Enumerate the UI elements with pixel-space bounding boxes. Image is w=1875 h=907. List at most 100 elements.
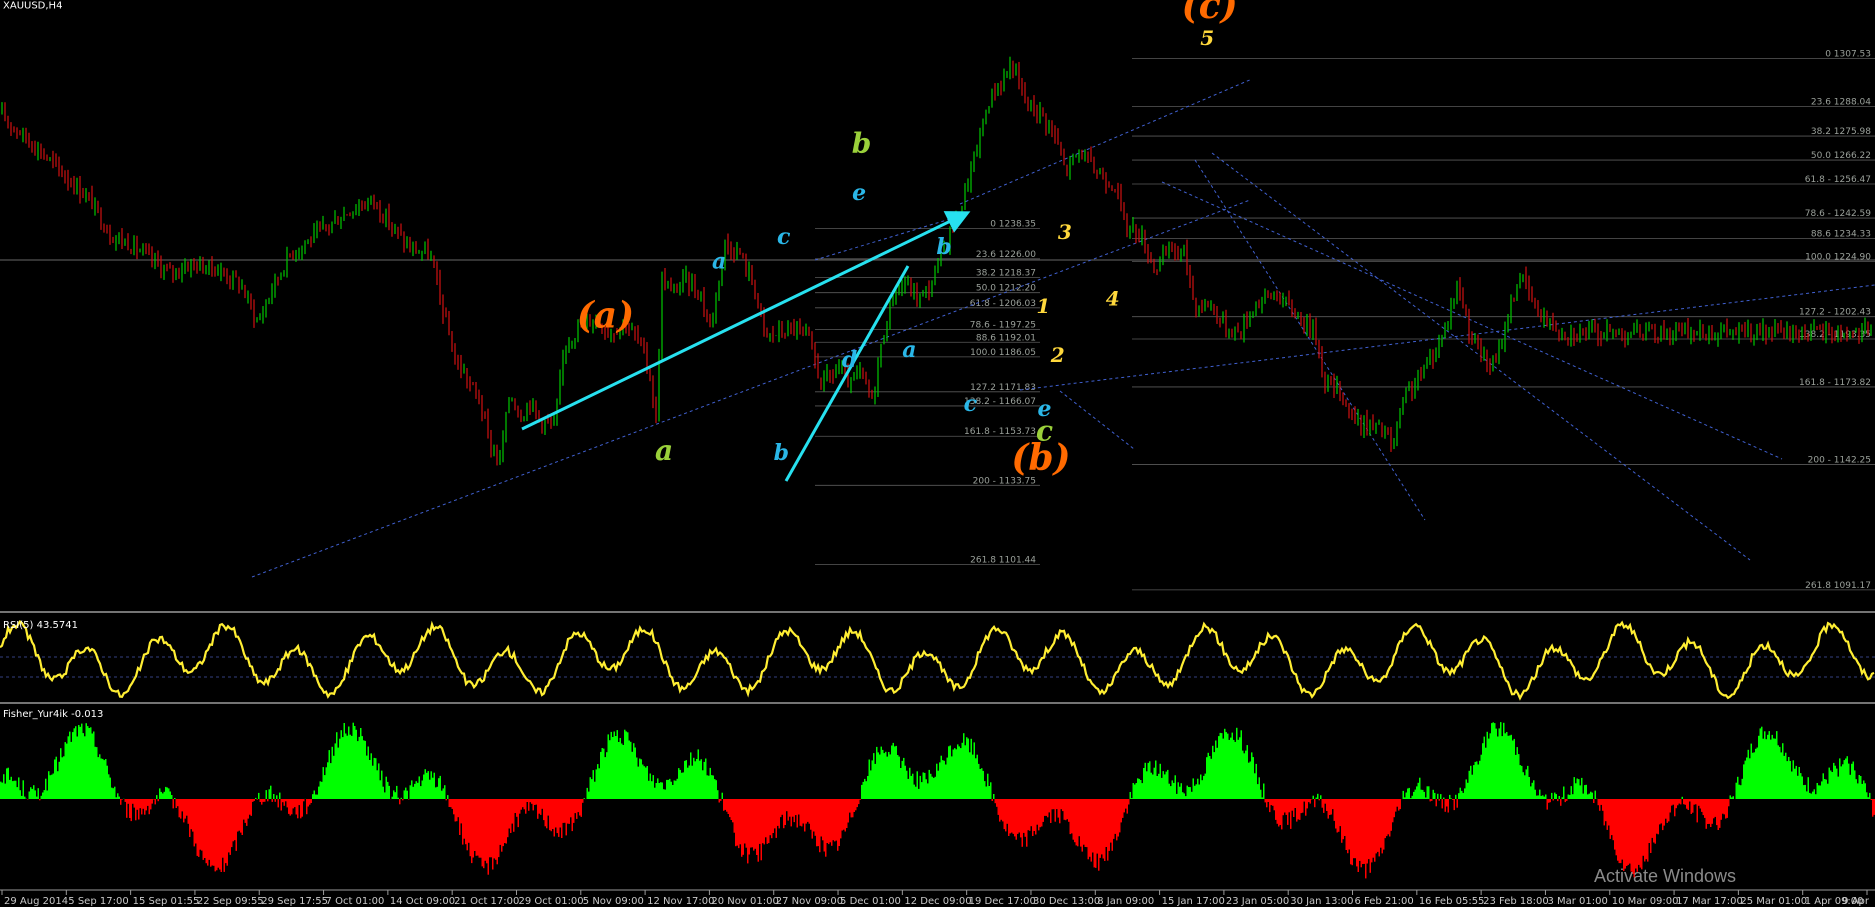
fisher-bar [480,799,482,858]
fisher-bar [231,799,233,848]
fisher-bar [1417,782,1419,799]
fisher-bar [144,799,146,815]
fisher-bar [1665,799,1667,819]
fisher-bar [892,742,894,799]
fisher-bar [616,730,618,799]
fisher-bar [169,791,171,799]
fisher-bar [271,799,273,802]
fisher-bar [1216,747,1218,799]
fisher-bar [37,788,39,799]
fisher-bar [537,799,539,819]
fisher-bar [439,775,441,799]
fib-level-label: 88.6 1234.33 [1811,229,1871,239]
fisher-bar [121,799,123,800]
fisher-bar [142,799,144,809]
fisher-bar [972,754,974,799]
fisher-bar [1494,723,1496,799]
fisher-bar [1578,779,1580,799]
fisher-bar [111,787,113,799]
fisher-bar [639,758,641,799]
fisher-bar [1237,739,1239,799]
fisher-bar [540,799,542,815]
fisher-bar [1014,799,1016,837]
fisher-bar [1074,799,1076,843]
fisher-bar [621,743,623,799]
fisher-bar [112,788,114,799]
fisher-bar [93,731,95,799]
fisher-bar [241,799,243,835]
fisher-bar [498,799,500,858]
fisher-bar [556,799,558,834]
fisher-bar [1611,799,1613,836]
fisher-bar [1326,799,1328,811]
fisher-bar [1411,795,1413,799]
fisher-bar [1384,799,1386,839]
fisher-bar [901,760,903,799]
fisher-bar [1759,728,1761,799]
fisher-bar [270,785,272,799]
fisher-bar [1779,746,1781,799]
fisher-bar [1564,799,1566,803]
fisher-bar [582,799,584,803]
fisher-bar [1297,799,1299,820]
fisher-bar [583,798,585,799]
fisher-bar [1426,786,1428,799]
fisher-bar [1840,766,1842,799]
fisher-bar [1612,799,1614,841]
fisher-bar [60,748,62,799]
fisher-bar [879,754,881,799]
fisher-bar [862,781,864,799]
fisher-bar [1626,799,1628,866]
time-tick-label: 19 Dec 17:00 [969,896,1036,907]
fisher-bar [1047,799,1049,818]
fisher-bar [90,727,92,799]
fisher-bar [651,781,653,799]
time-tick-label: 27 Nov 09:00 [776,896,843,907]
wave-label: a [902,337,916,363]
fisher-bar [1716,799,1718,826]
fisher-bar [859,799,861,800]
fisher-bar [1797,775,1799,799]
fisher-bar [1531,782,1533,799]
fisher-bar [1122,799,1124,818]
fisher-bar [637,766,639,799]
fisher-bar [21,795,23,799]
fisher-bar [1812,791,1814,799]
fisher-bar [825,799,827,857]
fisher-bar [502,799,504,847]
fisher-bar [799,799,801,826]
fisher-bar [994,799,996,804]
fisher-bar [262,799,264,802]
fisher-bar [1054,799,1056,822]
fisher-bar [258,792,260,799]
fisher-bar [1231,732,1233,799]
fisher-bar [1782,743,1784,799]
fisher-bar [472,799,474,858]
fisher-bar [1420,789,1422,799]
fisher-bar [934,776,936,799]
fisher-bar [13,780,15,799]
fisher-bar [222,799,224,858]
fisher-bar [730,799,732,820]
fisher-bar [823,799,825,852]
fisher-bar [141,799,143,815]
fisher-bar [454,799,456,822]
fisher-bar [705,758,707,799]
fisher-bar [1360,799,1362,868]
fisher-bar [165,786,167,799]
fisher-bar [1587,794,1589,799]
fisher-bar [133,799,135,808]
fisher-bar [1707,799,1709,824]
fisher-bar [1111,799,1113,851]
fisher-bar [1264,799,1266,803]
fisher-bar [1218,736,1220,799]
fisher-bar [987,773,989,799]
fisher-bar [606,752,608,799]
fisher-bar [1153,767,1155,799]
fisher-bar [685,760,687,799]
fisher-bar [993,794,995,799]
fisher-bar [381,770,383,799]
fisher-bar [477,799,479,856]
time-tick-label: 15 Sep 01:55 [133,896,200,907]
fisher-bar [1675,799,1677,809]
